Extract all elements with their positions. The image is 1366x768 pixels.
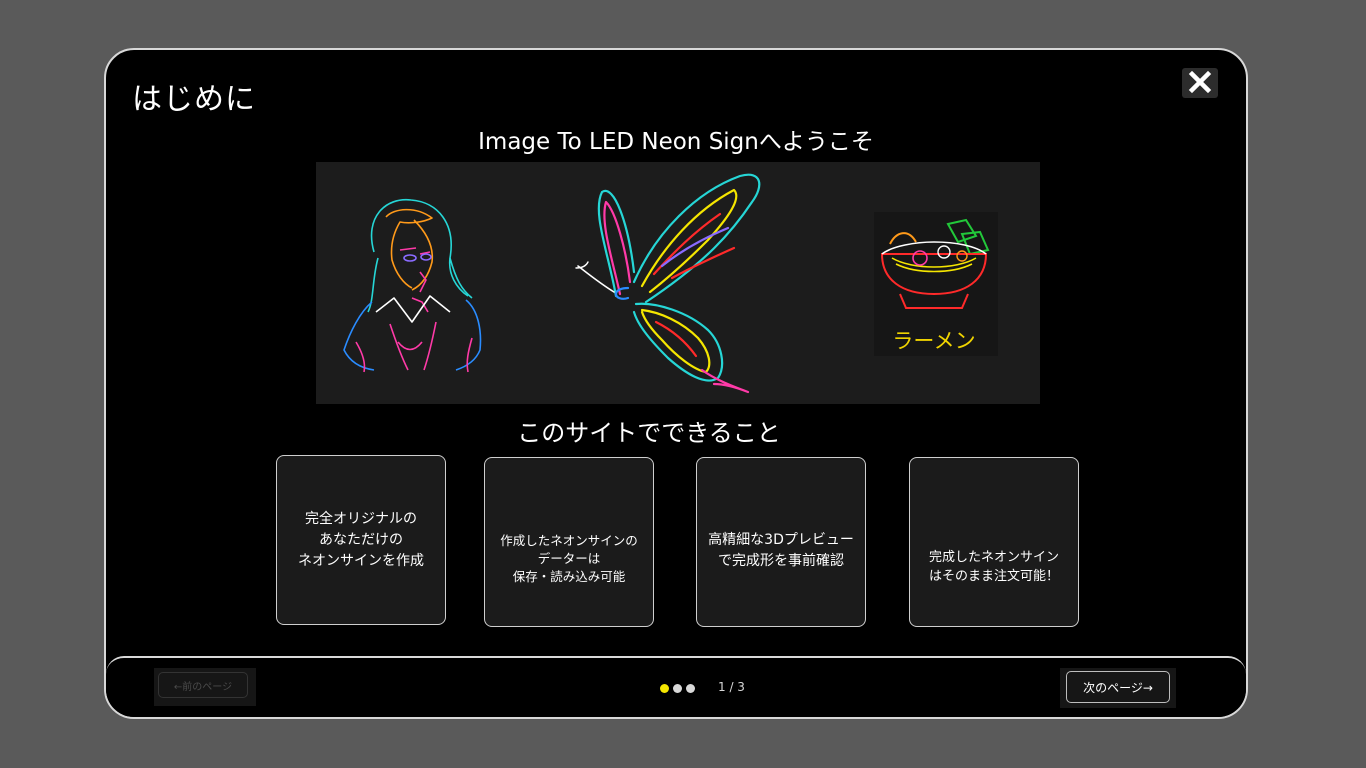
page-dot[interactable] [660,684,669,693]
feature-card-save-load: 作成したネオンサインの データーは 保存・読み込み可能 [484,457,654,627]
feature-card-line: ネオンサインを作成 [298,552,424,569]
feature-card-line: 完成したネオンサイン [928,550,1059,565]
neon-girl-illustration [343,198,482,373]
ramen-sign-text: ラーメン [892,329,975,353]
pagination-footer: ←前のページ 1 / 3 次のページ→ [106,656,1246,717]
dialog-title: はじめに [132,82,256,117]
close-button[interactable] [1182,68,1218,98]
feature-card-line: 高精細な3Dプレビュー [708,532,854,548]
next-page-button[interactable]: 次のページ→ [1066,671,1170,703]
feature-card-line: 完全オリジナルの [305,510,417,527]
welcome-heading: Image To LED Neon Signへようこそ [478,129,874,155]
neon-examples-banner: ラーメン [316,162,1040,404]
feature-card-line: 保存・読み込み可能 [512,569,626,584]
prev-page-button[interactable]: ←前のページ [158,672,248,698]
next-page-button-container: 次のページ→ [1060,668,1176,708]
feature-card-line: データーは [537,551,601,566]
feature-card-line: はそのまま注文可能！ [928,569,1059,584]
feature-card-create: 完全オリジナルの あなただけの ネオンサインを作成 [276,455,446,625]
feature-card-line: 作成したネオンサインの [500,533,638,548]
features-heading: このサイトでできること [517,419,781,447]
prev-page-button-container: ←前のページ [154,668,256,706]
neon-butterfly-illustration [575,173,761,394]
feature-card-order: 完成したネオンサイン はそのまま注文可能！ [909,457,1079,627]
feature-card-line: あなただけの [319,531,403,548]
page-indicator: 1 / 3 [718,680,745,694]
onboarding-dialog: はじめに Image To LED Neon Signへようこそ ラーメン この… [104,48,1248,719]
feature-card-3d-preview: 高精細な3Dプレビュー で完成形を事前確認 [696,457,866,627]
page-dot[interactable] [686,684,695,693]
close-icon [1188,70,1212,94]
page-dots [660,684,695,693]
page-dot[interactable] [673,684,682,693]
feature-card-line: で完成形を事前確認 [718,553,844,569]
